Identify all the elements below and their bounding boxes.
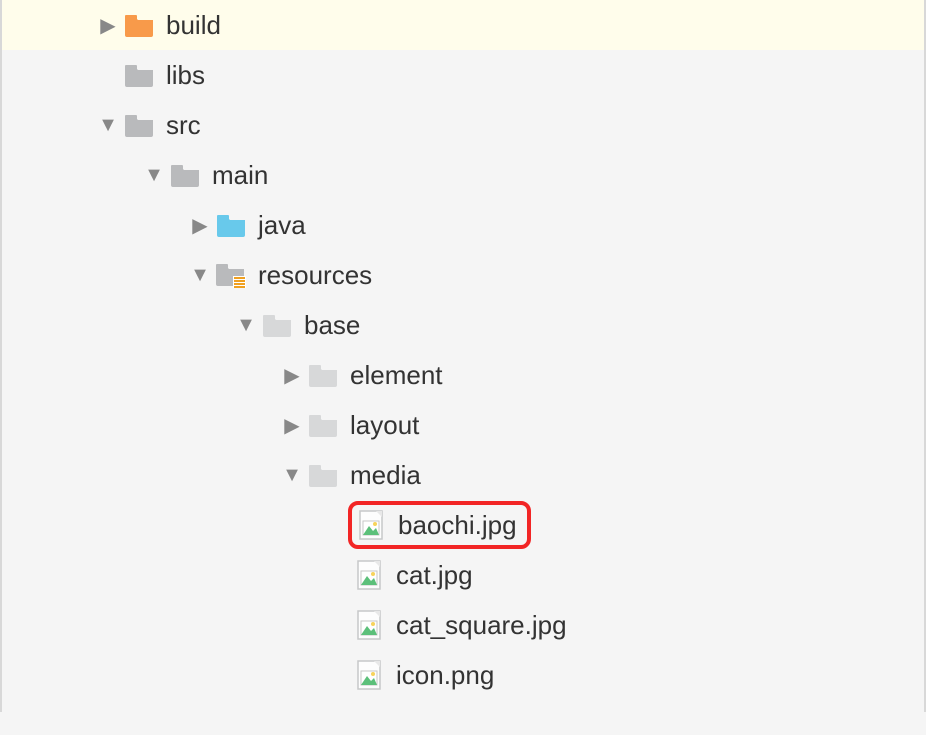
highlight-annotation: baochi.jpg: [348, 501, 531, 549]
folder-icon: [214, 211, 248, 239]
image-file-icon: [352, 611, 386, 639]
tree-item-baochi[interactable]: baochi.jpg: [2, 500, 924, 550]
tree-item-label: baochi.jpg: [398, 510, 517, 541]
tree-item-label: src: [166, 110, 201, 141]
folder-icon: [122, 11, 156, 39]
tree-item-resources[interactable]: resources: [2, 250, 924, 300]
folder-light-icon: [306, 411, 340, 439]
tree-item-label: cat.jpg: [396, 560, 473, 591]
tree-item-label: layout: [350, 410, 419, 441]
chevron-down-icon[interactable]: [186, 264, 214, 287]
tree-item-media[interactable]: media: [2, 450, 924, 500]
chevron-right-icon[interactable]: [278, 363, 306, 388]
tree-item-label: element: [350, 360, 443, 391]
tree-item-label: libs: [166, 60, 205, 91]
image-file-icon: [352, 561, 386, 589]
folder-icon: [122, 111, 156, 139]
image-file-icon: [352, 661, 386, 689]
tree-item-build[interactable]: build: [2, 0, 924, 50]
chevron-down-icon[interactable]: [278, 464, 306, 487]
tree-item-label: build: [166, 10, 221, 41]
resources-folder-icon: [214, 261, 248, 289]
image-file-icon: [354, 511, 388, 539]
tree-item-libs[interactable]: libs: [2, 50, 924, 100]
chevron-down-icon[interactable]: [94, 114, 122, 137]
tree-item-src[interactable]: src: [2, 100, 924, 150]
tree-item-label: main: [212, 160, 268, 191]
project-tree: build libs src main java: [0, 0, 926, 712]
chevron-down-icon[interactable]: [232, 314, 260, 337]
folder-light-icon: [306, 461, 340, 489]
tree-item-cat[interactable]: cat.jpg: [2, 550, 924, 600]
chevron-right-icon[interactable]: [278, 413, 306, 438]
tree-item-label: java: [258, 210, 306, 241]
tree-item-element[interactable]: element: [2, 350, 924, 400]
folder-icon: [122, 61, 156, 89]
folder-light-icon: [260, 311, 294, 339]
chevron-down-icon[interactable]: [140, 164, 168, 187]
chevron-right-icon[interactable]: [186, 213, 214, 238]
tree-item-cat-square[interactable]: cat_square.jpg: [2, 600, 924, 650]
tree-item-label: cat_square.jpg: [396, 610, 567, 641]
tree-item-label: icon.png: [396, 660, 494, 691]
tree-item-icon[interactable]: icon.png: [2, 650, 924, 700]
chevron-right-icon[interactable]: [94, 13, 122, 38]
tree-item-layout[interactable]: layout: [2, 400, 924, 450]
tree-item-main[interactable]: main: [2, 150, 924, 200]
folder-light-icon: [306, 361, 340, 389]
tree-item-java[interactable]: java: [2, 200, 924, 250]
folder-icon: [168, 161, 202, 189]
tree-item-base[interactable]: base: [2, 300, 924, 350]
tree-item-label: base: [304, 310, 360, 341]
tree-item-label: media: [350, 460, 421, 491]
tree-item-label: resources: [258, 260, 372, 291]
